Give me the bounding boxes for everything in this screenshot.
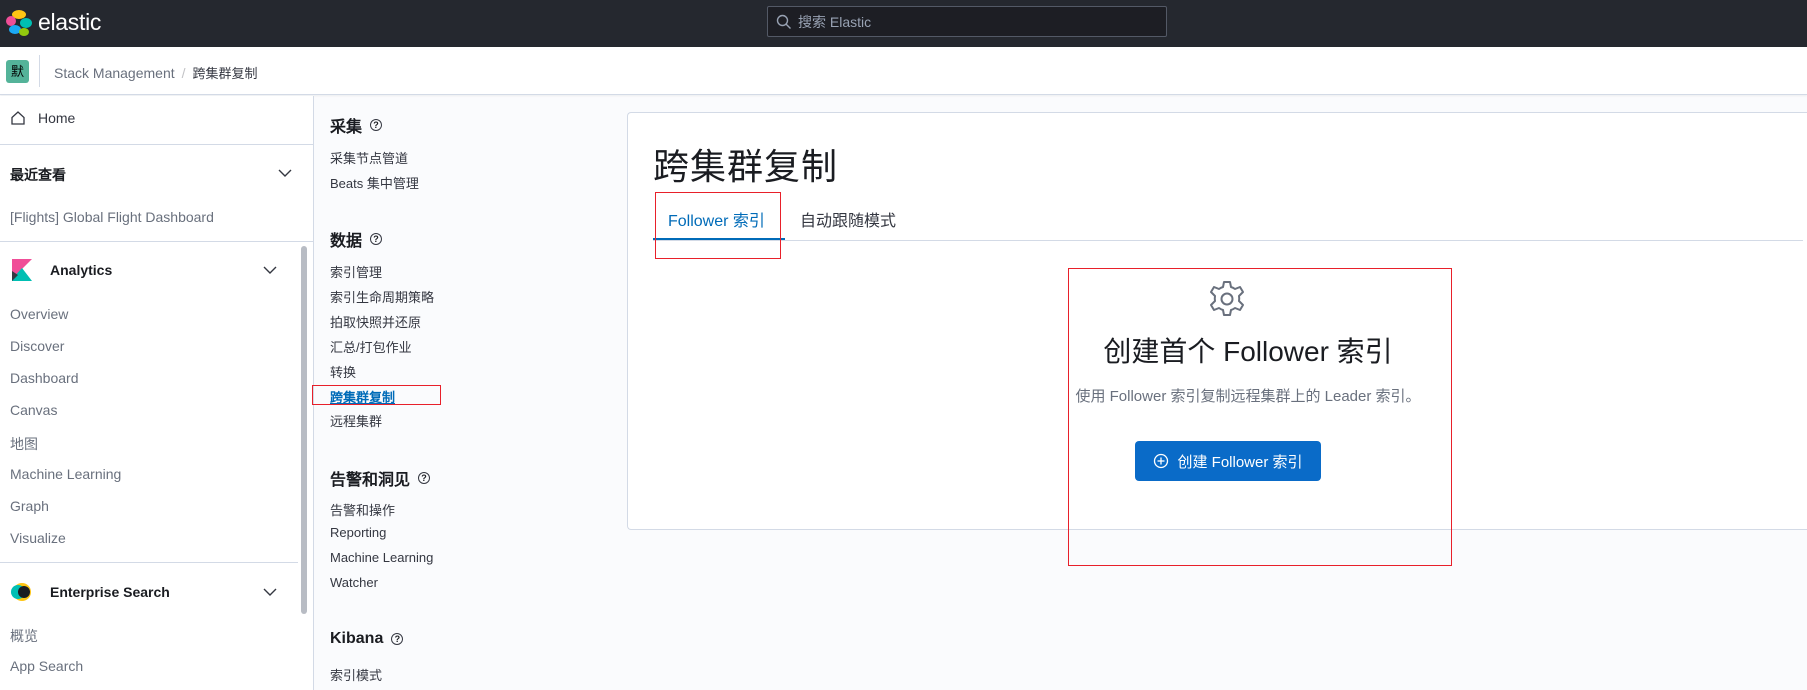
mgmt-beats[interactable]: Beats 集中管理 bbox=[330, 173, 419, 192]
breadcrumb-bar: 默 Stack Management / 跨集群复制 bbox=[0, 47, 1807, 95]
mgmt-index-management[interactable]: 索引管理 bbox=[330, 262, 382, 281]
section-alerts-insights: 告警和洞见 ? bbox=[330, 466, 431, 490]
divider bbox=[39, 55, 40, 87]
divider bbox=[0, 241, 313, 242]
mgmt-transforms[interactable]: 转换 bbox=[330, 362, 356, 381]
section-kibana: Kibana ? bbox=[330, 630, 404, 648]
section-title: 采集 bbox=[330, 119, 363, 136]
recent-title[interactable]: 最近查看 bbox=[10, 165, 66, 185]
nav-graph[interactable]: Graph bbox=[10, 498, 49, 514]
home-icon bbox=[11, 111, 25, 125]
tab-auto-follow-patterns[interactable]: 自动跟随模式 bbox=[800, 207, 896, 231]
section-title: 数据 bbox=[330, 233, 363, 250]
chevron-down-icon[interactable] bbox=[278, 168, 292, 178]
elastic-logo[interactable]: elastic bbox=[6, 9, 101, 36]
divider bbox=[0, 562, 298, 563]
left-nav: Home 最近查看 [Flights] Global Flight Dashbo… bbox=[0, 96, 314, 690]
annotation-box bbox=[1068, 268, 1452, 566]
mgmt-ingest-pipelines[interactable]: 采集节点管道 bbox=[330, 148, 408, 167]
section-ingest: 采集 ? bbox=[330, 113, 383, 137]
mgmt-reporting[interactable]: Reporting bbox=[330, 525, 386, 540]
page-title: 跨集群复制 bbox=[653, 146, 839, 187]
tabs-divider bbox=[653, 240, 1803, 241]
nav-overview-cn[interactable]: 概览 bbox=[10, 626, 38, 646]
analytics-title: Analytics bbox=[50, 262, 113, 278]
mgmt-rollup-jobs[interactable]: 汇总/打包作业 bbox=[330, 337, 412, 356]
top-header: elastic bbox=[0, 0, 1807, 47]
mgmt-alerts-actions[interactable]: 告警和操作 bbox=[330, 500, 395, 519]
annotation-box bbox=[312, 385, 441, 405]
help-icon[interactable]: ? bbox=[391, 633, 404, 645]
space-avatar[interactable]: 默 bbox=[6, 60, 29, 83]
nav-app-search[interactable]: App Search bbox=[10, 658, 83, 674]
annotation-box bbox=[655, 192, 781, 259]
mgmt-remote-clusters[interactable]: 远程集群 bbox=[330, 411, 382, 430]
nav-maps[interactable]: 地图 bbox=[10, 434, 38, 454]
nav-canvas[interactable]: Canvas bbox=[10, 402, 57, 418]
nav-machine-learning[interactable]: Machine Learning bbox=[10, 466, 121, 482]
kibana-icon bbox=[10, 259, 32, 281]
chevron-down-icon[interactable] bbox=[263, 265, 277, 275]
enterprise-search-group[interactable]: Enterprise Search bbox=[10, 581, 170, 603]
nav-home-label: Home bbox=[38, 110, 76, 126]
enterprise-search-title: Enterprise Search bbox=[50, 584, 170, 600]
search-icon bbox=[776, 14, 791, 29]
section-title: Kibana bbox=[330, 630, 384, 647]
section-title: 告警和洞见 bbox=[330, 472, 411, 489]
help-icon[interactable]: ? bbox=[370, 233, 383, 245]
divider bbox=[0, 144, 313, 145]
breadcrumb-current: 跨集群复制 bbox=[192, 66, 258, 81]
breadcrumb-separator: / bbox=[181, 64, 186, 81]
mgmt-snapshot-restore[interactable]: 拍取快照并还原 bbox=[330, 312, 421, 331]
nav-discover[interactable]: Discover bbox=[10, 338, 64, 354]
help-icon[interactable]: ? bbox=[370, 119, 383, 131]
search-input[interactable] bbox=[798, 7, 1158, 36]
section-data: 数据 ? bbox=[330, 227, 383, 251]
analytics-group[interactable]: Analytics bbox=[10, 259, 112, 281]
mgmt-index-patterns[interactable]: 索引模式 bbox=[330, 665, 382, 684]
nav-dashboard[interactable]: Dashboard bbox=[10, 370, 79, 386]
nav-home[interactable]: Home bbox=[10, 110, 75, 126]
help-icon[interactable]: ? bbox=[418, 472, 431, 484]
mgmt-machine-learning[interactable]: Machine Learning bbox=[330, 550, 433, 565]
enterprise-search-icon bbox=[10, 581, 32, 603]
logo-text: elastic bbox=[38, 9, 102, 35]
chevron-down-icon[interactable] bbox=[263, 587, 277, 597]
scrollbar[interactable] bbox=[301, 246, 307, 614]
elastic-logo-icon bbox=[6, 9, 32, 36]
search-box[interactable] bbox=[767, 6, 1167, 37]
breadcrumb-stack-management[interactable]: Stack Management bbox=[54, 65, 175, 81]
nav-overview[interactable]: Overview bbox=[10, 306, 68, 322]
mgmt-watcher[interactable]: Watcher bbox=[330, 575, 378, 590]
recent-item[interactable]: [Flights] Global Flight Dashboard bbox=[10, 209, 214, 225]
mgmt-ilm[interactable]: 索引生命周期策略 bbox=[330, 287, 434, 306]
breadcrumb: Stack Management / 跨集群复制 bbox=[54, 63, 258, 82]
nav-visualize[interactable]: Visualize bbox=[10, 530, 66, 546]
